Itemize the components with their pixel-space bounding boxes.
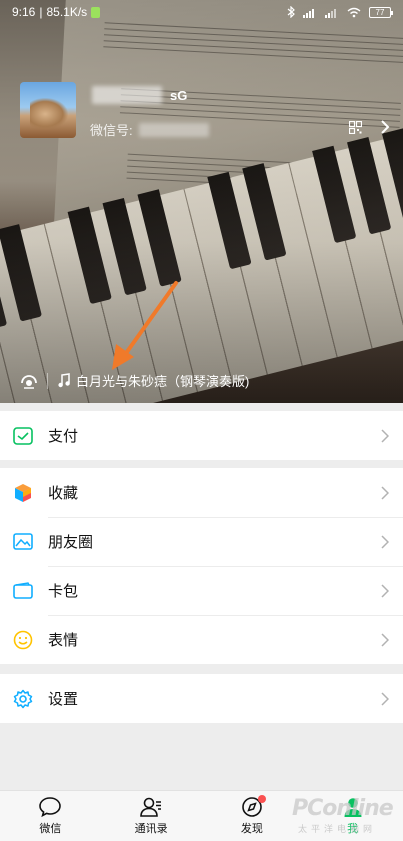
chevron-right-icon (381, 691, 389, 706)
wifi-icon (347, 7, 361, 17)
menu-label-stickers: 表情 (48, 632, 79, 649)
tab-label-discover: 发现 (240, 823, 263, 835)
chevron-right-icon (381, 632, 389, 647)
chat-bubble-icon (39, 797, 62, 818)
menu-item-settings[interactable]: 设置 (0, 674, 403, 723)
tab-label-contacts: 通讯录 (134, 823, 168, 835)
menu-group-main: 收藏 朋友圈 卡包 表情 (0, 468, 403, 664)
moments-picture-icon (13, 532, 33, 552)
card-wallet-icon (13, 581, 33, 601)
wechat-id-label: 微信号: (90, 123, 133, 138)
signal-icon (303, 8, 314, 18)
tab-chats[interactable]: 微信 (0, 791, 101, 841)
network-speed: 85.1K/s (46, 5, 88, 19)
pay-icon (13, 426, 33, 446)
watermark-subtitle: 太平洋电脑网 (298, 824, 377, 834)
menu-item-favorites[interactable]: 收藏 (0, 468, 403, 517)
watermark-logo: PConline (292, 796, 394, 821)
music-note-icon (58, 373, 70, 388)
menu-label-settings: 设置 (48, 691, 79, 708)
notification-icon (91, 6, 101, 18)
menu-label-cards: 卡包 (48, 583, 79, 600)
music-title: 白月光与朱砂痣（钢琴演奏版) (76, 374, 250, 389)
nickname-suffix: sG (170, 87, 188, 103)
menu-label-favorites: 收藏 (48, 485, 79, 502)
favorites-cube-icon (13, 483, 33, 503)
status-bar: 9:16 | 85.1K/s 77 (0, 0, 403, 24)
chevron-right-icon[interactable] (379, 119, 391, 135)
menu-group-pay: 支付 (0, 411, 403, 460)
menu-item-cards[interactable]: 卡包 (0, 566, 403, 615)
menu-item-moments[interactable]: 朋友圈 (0, 517, 403, 566)
menu-label-pay: 支付 (48, 428, 79, 445)
smiley-face-icon (13, 630, 33, 650)
menu-item-pay[interactable]: 支付 (0, 411, 403, 460)
profile-header[interactable]: 9:16 | 85.1K/s 77 sG 微信号: 白月光与朱砂痣（钢琴演奏版) (0, 0, 403, 403)
qr-code-icon[interactable] (349, 121, 362, 134)
chevron-right-icon (381, 485, 389, 500)
status-time: 9:16 (12, 5, 36, 19)
contacts-person-icon (140, 797, 162, 817)
nickname[interactable]: sG (92, 82, 187, 108)
tab-discover[interactable]: 发现 (202, 791, 303, 841)
chevron-right-icon (381, 428, 389, 443)
discover-badge (257, 795, 266, 803)
divider (47, 373, 48, 389)
now-playing[interactable]: 白月光与朱砂痣（钢琴演奏版) (58, 371, 249, 390)
tab-contacts[interactable]: 通讯录 (101, 791, 202, 841)
avatar[interactable] (20, 82, 76, 138)
nickname-redacted (92, 86, 162, 104)
status-icon[interactable] (20, 373, 38, 389)
signal-icon-2 (325, 8, 336, 18)
gear-icon (13, 689, 33, 709)
menu-group-settings: 设置 (0, 674, 403, 723)
tab-label-chats: 微信 (39, 823, 62, 835)
bluetooth-icon (287, 6, 295, 18)
menu-item-stickers[interactable]: 表情 (0, 615, 403, 664)
header-shade (0, 0, 403, 403)
chevron-right-icon (381, 583, 389, 598)
wechat-id[interactable]: 微信号: (90, 120, 209, 139)
menu-label-moments: 朋友圈 (48, 534, 94, 551)
wechat-id-redacted (138, 122, 209, 137)
battery-icon: 77 (369, 6, 393, 18)
chevron-right-icon (381, 534, 389, 549)
